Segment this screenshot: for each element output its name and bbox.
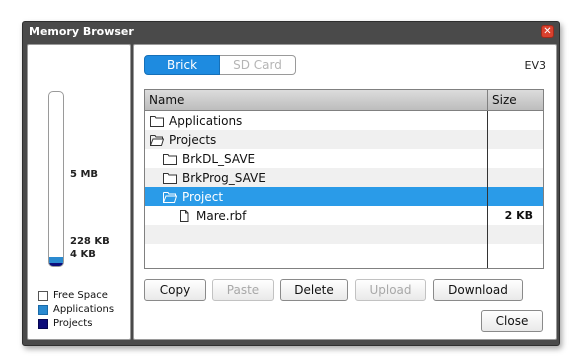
row-name: Project <box>182 189 224 204</box>
memory-panel: 5 MB 228 KB 4 KB Free Space Applications… <box>27 44 131 340</box>
row-size: 2 KB <box>504 209 533 222</box>
table-row[interactable]: Applications <box>145 111 543 130</box>
title-bar: Memory Browser ✕ <box>23 22 559 42</box>
device-label: EV3 <box>524 59 546 72</box>
memory-gauge <box>48 91 64 267</box>
row-name: Mare.rbf <box>196 208 247 223</box>
table-row[interactable]: Projects <box>145 130 543 149</box>
delete-button[interactable]: Delete <box>280 279 348 301</box>
tab-sd-card[interactable]: SD Card <box>220 55 296 75</box>
file-browser-panel: Brick SD Card EV3 Name Size Applications <box>133 44 557 340</box>
close-button[interactable]: Close <box>481 310 543 332</box>
table-row-empty <box>145 244 543 263</box>
download-button[interactable]: Download <box>433 279 523 301</box>
storage-tabs: Brick SD Card <box>144 55 296 75</box>
copy-button[interactable]: Copy <box>144 279 206 301</box>
table-row[interactable]: Mare.rbf 2 KB <box>145 206 543 225</box>
legend-free-space: Free Space <box>38 289 108 302</box>
memory-browser-window: Memory Browser ✕ 5 MB 228 KB 4 KB Free S… <box>22 21 560 346</box>
table-row[interactable]: BrkProg_SAVE <box>145 168 543 187</box>
folder-open-icon <box>150 134 164 146</box>
folder-open-icon <box>163 191 177 203</box>
gauge-label-total: 5 MB <box>70 169 99 180</box>
window-title: Memory Browser <box>29 25 134 38</box>
legend-label: Applications <box>53 304 115 315</box>
gauge-projects-fill <box>49 262 63 266</box>
row-name: Projects <box>169 132 217 147</box>
legend-projects: Projects <box>38 317 92 330</box>
free-space-swatch <box>38 290 48 301</box>
column-header-name[interactable]: Name <box>145 90 487 110</box>
folder-closed-icon <box>150 115 164 127</box>
legend-label: Projects <box>53 318 93 329</box>
applications-swatch <box>38 304 48 315</box>
table-header: Name Size <box>145 90 543 111</box>
row-name: BrkProg_SAVE <box>182 170 266 185</box>
close-icon[interactable]: ✕ <box>541 25 554 38</box>
file-table: Name Size Applications Projects BrkDL_SA… <box>144 89 544 269</box>
table-row-selected[interactable]: Project <box>145 187 543 206</box>
folder-closed-icon <box>163 153 177 165</box>
folder-closed-icon <box>163 172 177 184</box>
row-name: BrkDL_SAVE <box>182 151 256 166</box>
gauge-label-projects: 4 KB <box>70 249 96 260</box>
column-header-size[interactable]: Size <box>487 90 543 110</box>
legend-applications: Applications <box>38 303 114 316</box>
upload-button[interactable]: Upload <box>355 279 426 301</box>
row-name: Applications <box>169 113 243 128</box>
table-row[interactable]: BrkDL_SAVE <box>145 149 543 168</box>
file-icon <box>180 209 189 222</box>
paste-button[interactable]: Paste <box>212 279 274 301</box>
table-row-empty <box>145 225 543 244</box>
tab-brick[interactable]: Brick <box>144 55 220 75</box>
legend-label: Free Space <box>53 290 108 301</box>
column-divider <box>487 111 488 268</box>
projects-swatch <box>38 318 48 329</box>
gauge-label-applications: 228 KB <box>70 236 110 247</box>
